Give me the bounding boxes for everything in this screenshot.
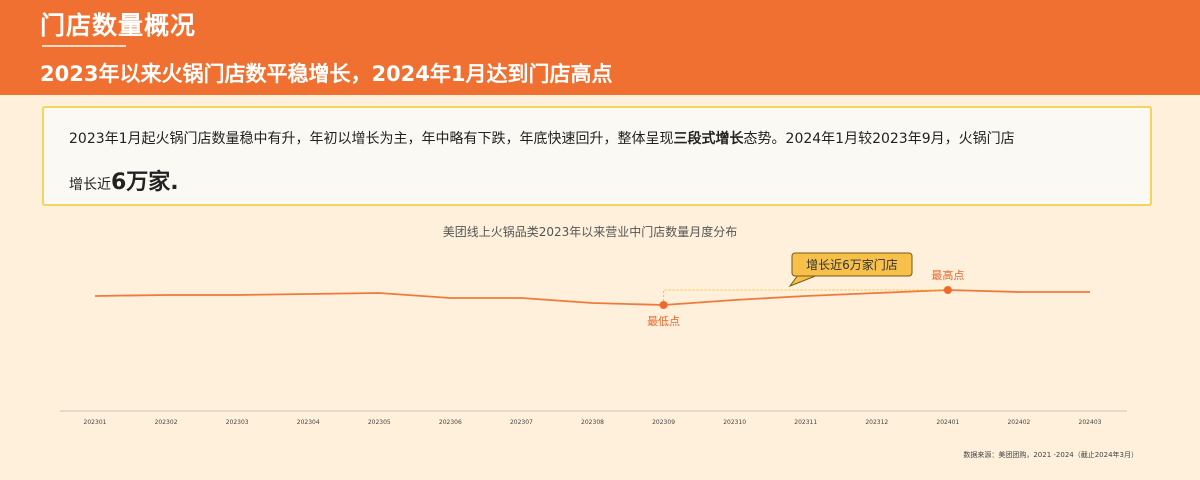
summary-box: 2023年1月起火锅门店数量稳中有升，年初以增长为主，年中略有下跌，年底快速回升… [42,106,1152,206]
x-tick-label: 202402 [1007,419,1030,426]
callout-tail [788,274,819,288]
x-tick-label: 202312 [865,419,888,426]
x-tick-label: 202308 [581,419,604,426]
x-tick-label: 202305 [368,419,391,426]
summary-highlight: 三段式增长 [673,131,744,147]
max-label: 最高点 [931,268,964,282]
x-tick-label: 202307 [510,419,533,426]
summary-text: 2023年1月起火锅门店数量稳中有升，年初以增长为主，年中略有下跌，年底快速回升… [69,131,674,147]
title-underline [42,45,126,47]
x-tick-label: 202401 [936,419,959,426]
summary-text: 态势。2024年1月较2023年9月，火锅门店 [743,131,1015,147]
max-point [943,286,952,294]
page-subtitle: 2023年以来火锅门店数平稳增长，2024年1月达到门店高点 [40,62,613,86]
summary-key-figure: 6万家. [111,170,179,195]
x-tick-label: 202301 [84,419,107,426]
x-tick-label: 202309 [652,419,675,426]
line-chart: 202301 202302 202303 202304 202305 202306 2023… [60,252,1127,426]
summary-text: 增长近 [69,177,111,193]
min-label: 最低点 [647,315,680,328]
header-banner: 门店数量概况 2023年以来火锅门店数平稳增长，2024年1月达到门店高点 [0,0,1200,95]
callout-text: 增长近6万家门店 [806,257,898,272]
page-title: 门店数量概况 [40,11,197,40]
x-tick-label: 202311 [794,419,817,426]
series-line [94,289,1090,306]
summary-line-2: 增长近6万家. [69,164,179,196]
x-tick-label: 202304 [297,419,320,426]
x-tick-label: 202303 [226,419,249,426]
x-tick-label: 202310 [723,419,746,426]
data-source: 数据来源：美团团购，2021 -2024（截止2024年3月） [963,451,1138,459]
summary-line-1: 2023年1月起火锅门店数量稳中有升，年初以增长为主，年中略有下跌，年底快速回升… [69,128,1015,148]
min-point [659,301,668,309]
x-tick-label: 202302 [155,419,178,426]
x-tick-label: 202306 [439,419,462,426]
x-tick-label: 202403 [1079,419,1102,426]
